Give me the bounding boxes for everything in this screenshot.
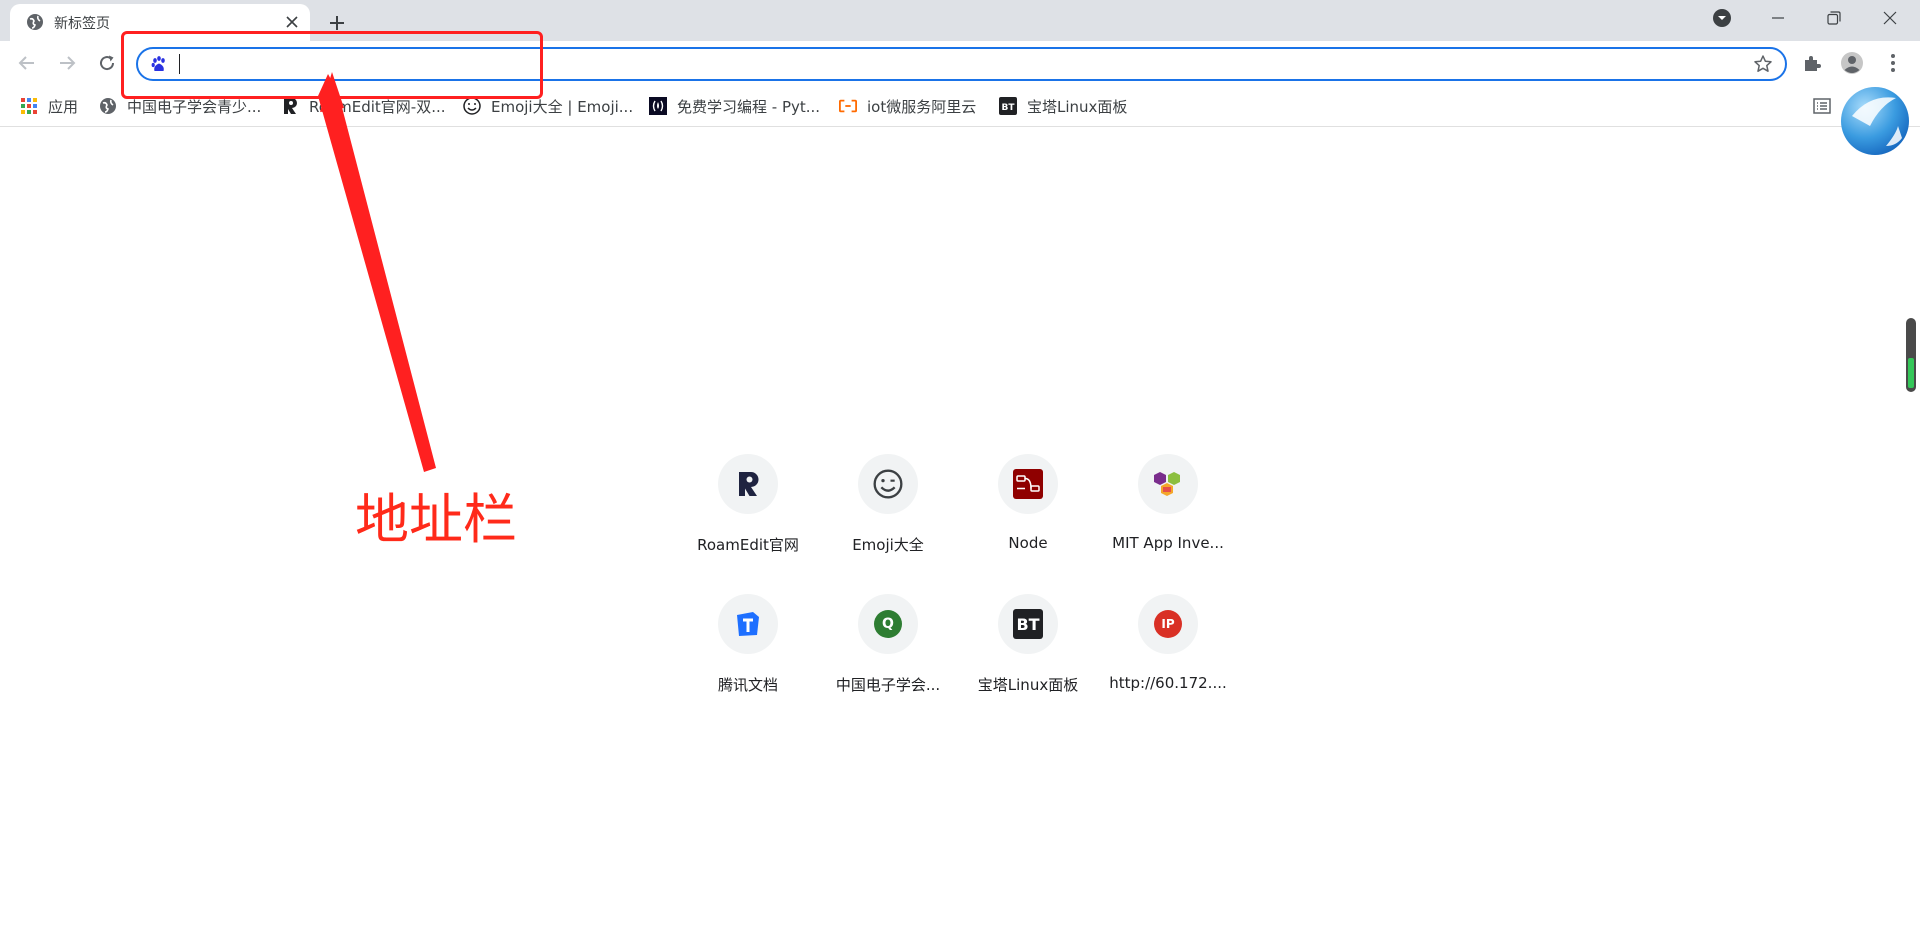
smiley-icon xyxy=(858,454,918,514)
kebab-menu-icon xyxy=(1891,54,1895,72)
tile-glyph: IP xyxy=(1154,610,1182,638)
close-window-button[interactable] xyxy=(1862,0,1918,36)
smiley-icon xyxy=(463,97,481,115)
scroll-level-icon xyxy=(1908,358,1914,388)
letter-q-icon: Q xyxy=(858,594,918,654)
extensions-button[interactable] xyxy=(1798,49,1826,77)
arrow-left-icon xyxy=(18,56,34,70)
roamedit-icon xyxy=(281,97,299,115)
back-button[interactable] xyxy=(12,48,42,78)
reading-list-icon[interactable] xyxy=(1812,96,1832,116)
bookmark-aliyun[interactable]: iot微服务阿里云 xyxy=(839,95,976,117)
tile-glyph: Q xyxy=(874,610,902,638)
globe-icon xyxy=(27,14,43,30)
bookmark-label: 应用 xyxy=(48,97,79,116)
shortcut-label: 中国电子学会... xyxy=(835,676,941,694)
roamedit-icon xyxy=(718,454,778,514)
floating-extension-icon[interactable] xyxy=(1840,86,1910,156)
annotation-box xyxy=(121,31,543,99)
forward-button[interactable] xyxy=(52,48,82,78)
shortcut-bt[interactable]: BT 宝塔Linux面板 xyxy=(968,588,1088,708)
minimize-button[interactable] xyxy=(1750,0,1806,36)
tencent-docs-icon xyxy=(718,594,778,654)
reload-icon xyxy=(100,55,115,71)
aliyun-icon xyxy=(839,97,857,115)
bookmark-label: 宝塔Linux面板 xyxy=(1027,97,1128,116)
tab-search-button[interactable] xyxy=(1694,0,1750,36)
mit-app-inventor-icon xyxy=(1138,454,1198,514)
svg-text:BT: BT xyxy=(1002,103,1016,113)
shortcut-label: 宝塔Linux面板 xyxy=(977,676,1079,694)
bookmark-bt[interactable]: BT 宝塔Linux面板 xyxy=(999,95,1127,117)
tab-title: 新标签页 xyxy=(54,16,110,32)
annotation-label: 地址栏 xyxy=(355,488,517,551)
close-tab-icon[interactable] xyxy=(282,12,302,32)
menu-button[interactable] xyxy=(1879,49,1907,77)
shortcut-label: RoamEdit官网 xyxy=(697,536,799,554)
side-scroll-widget[interactable] xyxy=(1906,318,1916,392)
restore-button[interactable] xyxy=(1806,0,1862,36)
minimize-icon xyxy=(1772,17,1784,19)
bookmark-label: iot微服务阿里云 xyxy=(867,97,977,116)
shortcut-label: 腾讯文档 xyxy=(717,676,778,694)
puzzle-icon xyxy=(1805,56,1821,71)
annotation-arrow xyxy=(318,72,436,472)
shortcut-mit-app-inventor[interactable]: MIT App Inve... xyxy=(1108,448,1228,568)
arrow-right-icon xyxy=(60,56,76,70)
bt-icon: BT xyxy=(999,97,1017,115)
close-icon xyxy=(1883,11,1897,25)
shortcut-cie[interactable]: Q 中国电子学会... xyxy=(828,588,948,708)
node-red-icon xyxy=(998,454,1058,514)
star-icon[interactable] xyxy=(1753,54,1773,74)
shortcut-label: Node xyxy=(1008,534,1048,552)
bookmark-apps[interactable]: 应用 xyxy=(20,95,78,117)
tile-glyph: BT xyxy=(1013,609,1043,639)
restore-icon xyxy=(1827,11,1841,25)
globe-icon xyxy=(99,97,117,115)
bt-icon: BT xyxy=(998,594,1058,654)
shortcut-ip[interactable]: IP http://60.172.... xyxy=(1108,588,1228,708)
shortcut-roamedit[interactable]: RoamEdit官网 xyxy=(688,448,808,568)
shortcut-label: Emoji大全 xyxy=(852,536,924,554)
freecodecamp-icon xyxy=(649,97,667,115)
bookmark-label: 免费学习编程 - Pyt... xyxy=(677,97,821,116)
apps-grid-icon xyxy=(20,97,38,115)
ip-icon: IP xyxy=(1138,594,1198,654)
shortcut-label: MIT App Inve... xyxy=(1112,534,1224,552)
shortcut-emoji[interactable]: Emoji大全 xyxy=(828,448,948,568)
bookmark-freecodecamp[interactable]: 免费学习编程 - Pyt... xyxy=(649,95,820,117)
chevron-down-icon xyxy=(1713,9,1731,27)
shortcut-tencent-docs[interactable]: 腾讯文档 xyxy=(688,588,808,708)
shortcut-label: http://60.172.... xyxy=(1109,674,1227,692)
avatar-icon xyxy=(1841,52,1863,74)
shortcut-node[interactable]: Node xyxy=(968,448,1088,568)
profile-button[interactable] xyxy=(1838,49,1866,77)
reload-button[interactable] xyxy=(92,48,122,78)
